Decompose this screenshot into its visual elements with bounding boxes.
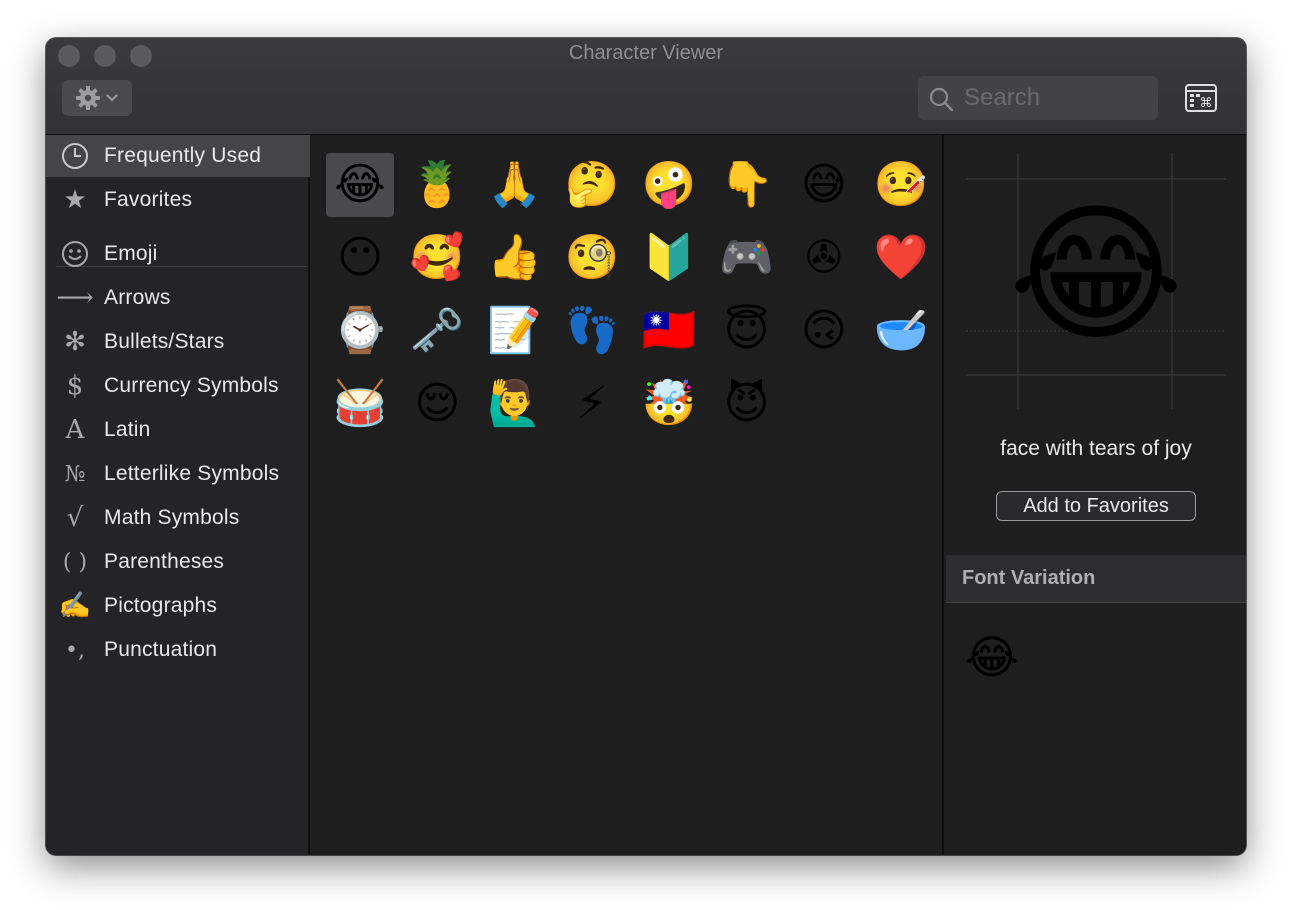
sidebar-item-label: Pictographs [104,594,218,617]
character-cell[interactable]: 🙏 [481,153,549,217]
character-cell[interactable]: ❤️ [867,226,935,290]
character-cell[interactable]: ✇ [790,226,858,290]
character-grid: 😂 🍍 🙏 🤔 🤪 👇 😅 🤒 😶 🥰 👍 🧐 🔰 🎮 ✇ ❤️ ⌚ 🗝️ 📝 👣 🇹🇼 😇 🙃 🥣 🥁 😌 🙋‍♂️ ⚡ 🤯 😈 [312,135,944,855]
keyboard-viewer-icon[interactable]: ⌘ [1184,82,1218,114]
clock-icon [58,139,92,173]
punctuation-icon: •, [65,637,85,663]
dollar-icon: $ [66,371,84,401]
character-cell[interactable]: 🎮 [713,226,781,290]
character-cell[interactable]: 🗝️ [403,299,471,363]
character-cell[interactable]: 😇 [713,299,781,363]
character-cell[interactable]: 😈 [713,372,781,436]
add-to-favorites-button[interactable]: Add to Favorites [996,491,1196,521]
sidebar-item-label: Punctuation [104,638,218,661]
character-cell[interactable]: 🥣 [867,299,935,363]
smiley-icon [58,237,92,271]
character-cell[interactable]: ⚡ [558,372,626,436]
sidebar-item-favorites[interactable]: ★ Favorites [46,179,310,221]
sidebar-item-label: Math Symbols [104,506,240,529]
sidebar-item-frequently-used[interactable]: Frequently Used [46,135,310,177]
sidebar-item-label: Currency Symbols [104,374,279,397]
window-title: Character Viewer [568,42,724,64]
character-cell[interactable]: 🤯 [635,372,703,436]
character-cell[interactable]: ⌚ [326,299,394,363]
sidebar-item-arrows[interactable]: ⟶ Arrows [46,277,310,319]
sidebar-item-currency-symbols[interactable]: $ Currency Symbols [46,365,310,407]
sidebar-item-label: Bullets/Stars [104,330,225,353]
sidebar-item-label: Arrows [104,286,171,309]
character-preview: 😂 [1008,188,1184,362]
sidebar-item-punctuation[interactable]: •, Punctuation [46,629,310,671]
character-cell[interactable]: 😶 [326,226,394,290]
font-variation-header: Font Variation [946,555,1246,603]
character-cell[interactable]: 👍 [481,226,549,290]
sidebar-item-latin[interactable]: A Latin [46,409,310,451]
sidebar-item-letterlike-symbols[interactable]: № Letterlike Symbols [46,453,310,495]
numero-icon: № [64,461,86,487]
sidebar-item-pictographs[interactable]: ✍ Pictographs [46,585,310,627]
character-cell[interactable]: 🤪 [635,153,703,217]
category-sidebar: Frequently Used ★ Favorites Emoji ⟶ Arro… [46,135,310,855]
square-root-icon: √ [66,503,84,533]
character-cell[interactable]: 🍍 [403,153,471,217]
title-bar: Character Viewer Search ⌘ [46,38,1246,135]
character-viewer-window: Character Viewer Search ⌘ Frequently Use… [46,38,1246,855]
sidebar-item-label: Latin [104,418,151,441]
sidebar-item-emoji[interactable]: Emoji [46,233,310,275]
character-cell[interactable]: 🇹🇼 [635,299,703,363]
character-cell[interactable]: 😌 [403,372,471,436]
sidebar-item-label: Emoji [104,242,158,265]
sidebar-item-label: Parentheses [104,550,225,573]
character-cell[interactable]: 🧐 [558,226,626,290]
character-cell[interactable]: 🥰 [403,226,471,290]
character-cell[interactable]: 😂 [326,153,394,217]
sidebar-item-parentheses[interactable]: ( ) Parentheses [46,541,310,583]
chevron-down-icon [106,94,118,102]
font-variation-character[interactable]: 😂 [962,627,1022,687]
search-field[interactable]: Search [918,76,1158,120]
sidebar-item-label: Favorites [104,188,193,211]
sidebar-item-label: Frequently Used [104,144,262,167]
sidebar-item-math-symbols[interactable]: √ Math Symbols [46,497,310,539]
action-menu-button[interactable] [62,80,132,116]
sidebar-item-label: Letterlike Symbols [104,462,280,485]
search-placeholder: Search [964,84,1041,111]
font-variation-title: Font Variation [962,567,1096,589]
character-name: face with tears of joy [1000,437,1192,460]
character-cell[interactable]: 👇 [713,153,781,217]
character-cell[interactable]: 🔰 [635,226,703,290]
svg-text:⌘: ⌘ [1200,96,1213,111]
letter-a-icon: A [65,415,85,445]
character-cell[interactable]: 🙋‍♂️ [481,372,549,436]
writing-hand-icon: ✍ [58,591,92,621]
character-cell[interactable]: 😅 [790,153,858,217]
character-detail-panel: 😂 face with tears of joy Add to Favorite… [946,135,1246,855]
character-cell[interactable]: 👣 [558,299,626,363]
character-cell[interactable]: 🙃 [790,299,858,363]
arrow-icon: ⟶ [56,283,94,313]
character-cell[interactable]: 🤒 [867,153,935,217]
search-icon [929,87,954,112]
character-cell[interactable]: 🤔 [558,153,626,217]
gear-icon [76,86,100,110]
star-icon: ★ [63,185,87,215]
character-cell[interactable]: 🥁 [326,372,394,436]
character-cell[interactable]: 📝 [481,299,549,363]
parentheses-icon: ( ) [62,549,88,575]
sidebar-item-bullets-stars[interactable]: ✻ Bullets/Stars [46,321,310,363]
asterisk-icon: ✻ [64,327,86,357]
